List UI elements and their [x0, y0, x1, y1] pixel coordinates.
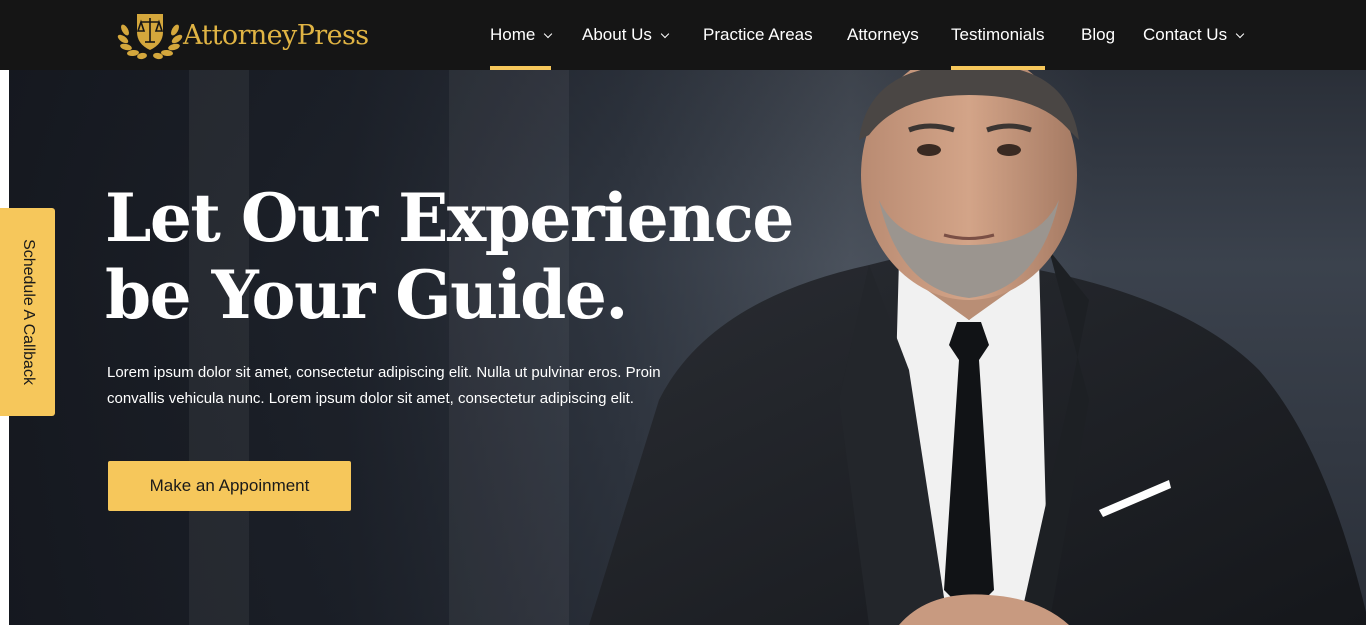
nav-item-attorneys[interactable]: Attorneys	[847, 0, 919, 70]
chevron-down-icon	[660, 29, 670, 38]
make-appointment-button[interactable]: Make an Appoinment	[108, 461, 351, 511]
nav-item-label: About Us	[582, 25, 652, 44]
schedule-callback-label: Schedule A Callback	[19, 239, 37, 385]
nav-item-label: Testimonials	[951, 25, 1045, 44]
site-header: AttorneyPress Home About Us Practice Are…	[0, 0, 1366, 70]
chevron-down-icon	[544, 29, 553, 38]
scales-laurel-icon	[117, 14, 183, 60]
nav-item-about-us[interactable]: About Us	[582, 0, 670, 70]
chevron-down-icon	[1235, 29, 1245, 38]
active-underline	[490, 66, 552, 70]
hero-section: Let Our Experience be Your Guide. Lorem …	[9, 70, 1366, 625]
site-logo[interactable]: AttorneyPress	[115, 10, 369, 60]
hero-description: Lorem ipsum dolor sit amet, consectetur …	[107, 364, 661, 407]
hero-title: Let Our Experience be Your Guide.	[105, 180, 825, 334]
nav-item-label: Practice Areas	[703, 25, 813, 44]
nav-item-label: Blog	[1081, 25, 1116, 44]
nav-item-label: Attorneys	[847, 25, 919, 44]
page: AttorneyPress Home About Us Practice Are…	[0, 0, 1366, 625]
nav-item-label: Contact Us	[1143, 25, 1228, 44]
brand-name: AttorneyPress	[183, 19, 369, 51]
hero-title-line-2: be Your Guide.	[105, 256, 628, 334]
attorney-portrait-image	[589, 70, 1366, 625]
nav-item-testimonials[interactable]: Testimonials	[951, 0, 1045, 70]
hero-title-line-1: Let Our Experience	[105, 179, 794, 257]
nav-item-label: Home	[490, 25, 536, 44]
nav-item-contact-us[interactable]: Contact Us	[1143, 0, 1245, 70]
active-underline	[951, 66, 1045, 70]
nav-item-home[interactable]: Home	[490, 0, 553, 70]
nav-item-practice-areas[interactable]: Practice Areas	[703, 0, 813, 70]
nav-item-blog[interactable]: Blog	[1081, 0, 1115, 70]
schedule-callback-tab[interactable]: Schedule A Callback	[0, 208, 55, 416]
